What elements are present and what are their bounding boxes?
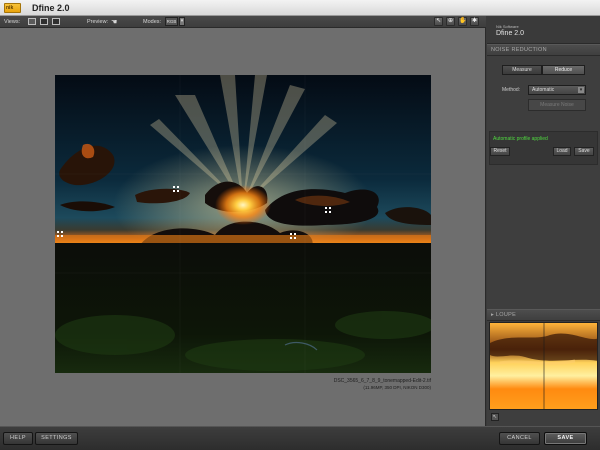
loupe-preview[interactable] <box>489 322 598 410</box>
control-point-marker[interactable] <box>57 231 63 237</box>
right-panel: Nik Software Dfine 2.0 NOISE REDUCTION M… <box>487 16 600 426</box>
zoom-in-icon[interactable]: ⊕ <box>446 17 455 26</box>
file-info: (11.96MP, 350 DPI, NIKON D300) <box>363 385 431 390</box>
save-button[interactable]: SAVE <box>544 432 587 445</box>
noise-reduction-header[interactable]: NOISE REDUCTION <box>487 44 600 56</box>
brand-header: Nik Software Dfine 2.0 <box>487 16 600 44</box>
loupe-title: LOUPE <box>495 312 517 318</box>
help-button[interactable]: HELP <box>3 432 33 445</box>
method-label: Method: <box>502 87 521 93</box>
loupe-image <box>490 323 597 409</box>
image-canvas[interactable]: DSC_3565_6_7_8_9_tonemapped-Edit-2.tif (… <box>0 28 486 426</box>
loupe-header[interactable]: ▸ LOUPE <box>487 309 600 321</box>
save-settings-button[interactable]: Save <box>574 147 594 156</box>
cancel-button[interactable]: CANCEL <box>499 432 540 445</box>
chevron-down-icon[interactable]: ▾ <box>179 17 185 26</box>
pan-icon[interactable]: ✋ <box>458 17 467 26</box>
loupe-pointer-icon[interactable]: ↖ <box>491 413 499 421</box>
triangle-down-icon: ▸ <box>491 312 495 318</box>
tab-reduce[interactable]: Reduce <box>542 65 585 75</box>
control-point-marker[interactable] <box>173 186 179 192</box>
view-single-button[interactable] <box>28 18 36 25</box>
toolbar: Views: Preview: ☚ Modes: RGB ▾ ↖ ⊕ ✋ ✱ <box>0 16 486 28</box>
bottom-bar: HELP SETTINGS CANCEL SAVE <box>0 426 600 450</box>
brand-company: Nik Software <box>496 24 519 29</box>
tab-measure[interactable]: Measure <box>502 65 542 75</box>
chevron-down-icon: ▾ <box>578 87 584 93</box>
views-label: Views: <box>4 19 21 25</box>
load-button[interactable]: Load <box>553 147 571 156</box>
sunset-photo <box>55 75 431 373</box>
method-select-value: Automatic <box>532 87 555 93</box>
file-name: DSC_3565_6_7_8_9_tonemapped-Edit-2.tif <box>333 378 431 384</box>
hand-pointer-icon[interactable]: ☚ <box>111 18 117 26</box>
brand-product: Dfine 2.0 <box>496 30 525 37</box>
settings-icon[interactable]: ✱ <box>470 17 479 26</box>
preview-label: Preview: <box>87 19 109 25</box>
settings-button[interactable]: SETTINGS <box>35 432 78 445</box>
method-select[interactable]: Automatic ▾ <box>528 85 586 95</box>
photo-preview[interactable] <box>55 75 431 373</box>
measure-noise-button[interactable]: Measure Noise <box>528 99 586 111</box>
reset-button[interactable]: Reset <box>490 147 510 156</box>
window-title: Dfine 2.0 <box>32 3 70 13</box>
nik-logo: nik <box>4 3 21 13</box>
control-point-marker[interactable] <box>325 207 331 213</box>
view-side-by-side-button[interactable] <box>52 18 60 25</box>
modes-label: Modes: <box>143 19 162 25</box>
title-bar: nik Dfine 2.0 <box>0 0 600 16</box>
status-message: Automatic profile applied <box>493 136 548 142</box>
zoom-out-icon[interactable]: ↖ <box>434 17 443 26</box>
logo-text: nik <box>6 5 14 11</box>
mode-select[interactable]: RGB <box>165 17 178 26</box>
control-point-marker[interactable] <box>290 233 296 239</box>
view-split-button[interactable] <box>40 18 48 25</box>
